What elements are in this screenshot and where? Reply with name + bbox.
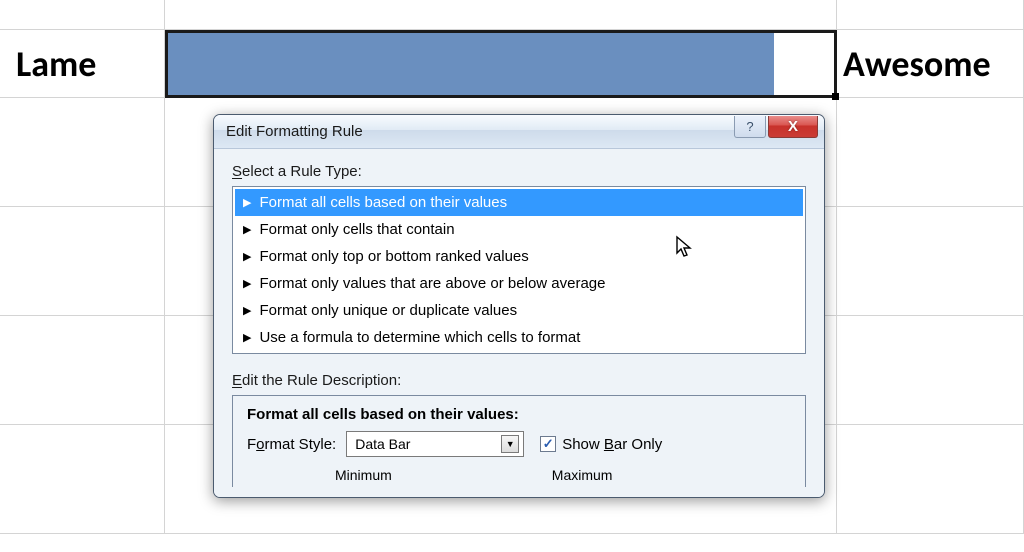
rule-type-label: Select a Rule Type:	[232, 163, 806, 180]
edit-formatting-rule-dialog: Edit Formatting Rule ? X Select a Rule T…	[213, 114, 825, 498]
rule-item-1[interactable]: ▶ Format only cells that contain	[235, 216, 803, 243]
checkbox-icon: ✓	[540, 436, 556, 452]
help-icon: ?	[746, 119, 753, 134]
close-icon: X	[788, 118, 798, 135]
triangle-icon: ▶	[243, 250, 251, 263]
rule-item-3[interactable]: ▶ Format only values that are above or b…	[235, 270, 803, 297]
dialog-titlebar[interactable]: Edit Formatting Rule ? X	[214, 115, 824, 149]
chevron-down-icon[interactable]: ▼	[501, 435, 519, 453]
format-style-dropdown[interactable]: Data Bar ▼	[346, 431, 524, 457]
close-button[interactable]: X	[768, 116, 818, 138]
maximum-label: Maximum	[552, 467, 613, 483]
dialog-body: Select a Rule Type: ▶ Format all cells b…	[214, 149, 824, 497]
rule-item-label: Format all cells based on their values	[259, 194, 507, 211]
rule-item-label: Format only unique or duplicate values	[259, 302, 517, 319]
label-awesome: Awesome	[837, 42, 991, 86]
rule-item-5[interactable]: ▶ Use a formula to determine which cells…	[235, 324, 803, 351]
rule-item-label: Format only cells that contain	[259, 221, 454, 238]
data-bar-fill	[168, 33, 774, 95]
rule-description-title: Format all cells based on their values:	[247, 406, 791, 423]
format-style-label: Format Style:	[247, 436, 336, 453]
rule-type-list[interactable]: ▶ Format all cells based on their values…	[232, 186, 806, 354]
dialog-title: Edit Formatting Rule	[226, 123, 734, 140]
rule-item-4[interactable]: ▶ Format only unique or duplicate values	[235, 297, 803, 324]
rule-description-label: Edit the Rule Description:	[232, 372, 806, 389]
minimum-label: Minimum	[335, 467, 392, 483]
rule-item-0[interactable]: ▶ Format all cells based on their values	[235, 189, 803, 216]
triangle-icon: ▶	[243, 331, 251, 344]
triangle-icon: ▶	[243, 223, 251, 236]
selected-cell-data-bar[interactable]	[165, 30, 837, 98]
show-bar-only-label: Show Bar Only	[562, 436, 662, 453]
label-lame: Lame	[0, 42, 165, 86]
rule-item-label: Format only top or bottom ranked values	[259, 248, 528, 265]
rule-item-2[interactable]: ▶ Format only top or bottom ranked value…	[235, 243, 803, 270]
help-button[interactable]: ?	[734, 116, 766, 138]
show-bar-only-checkbox[interactable]: ✓ Show Bar Only	[540, 436, 662, 453]
rule-item-label: Format only values that are above or bel…	[259, 275, 605, 292]
triangle-icon: ▶	[243, 277, 251, 290]
rule-description-panel: Format all cells based on their values: …	[232, 395, 806, 487]
format-style-value: Data Bar	[355, 436, 501, 452]
data-bar-row: Lame Awesome	[0, 30, 1024, 98]
fill-handle[interactable]	[832, 93, 839, 100]
triangle-icon: ▶	[243, 304, 251, 317]
triangle-icon: ▶	[243, 196, 251, 209]
rule-item-label: Use a formula to determine which cells t…	[259, 329, 580, 346]
